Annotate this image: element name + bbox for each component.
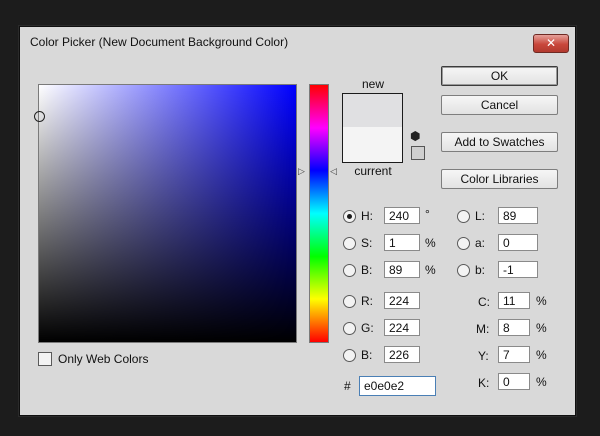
saturation-unit: % [425,236,436,250]
lab-a-input[interactable]: 0 [498,234,538,251]
lab-a-label: a: [475,236,486,250]
color-field-marker[interactable] [34,111,45,122]
title-bar[interactable]: Color Picker (New Document Background Co… [20,27,575,57]
lab-a-radio[interactable] [457,237,470,250]
brightness-radio[interactable] [343,264,356,277]
blue-input[interactable]: 226 [384,346,420,363]
green-radio[interactable] [343,322,356,335]
red-input[interactable]: 224 [384,292,420,309]
color-field[interactable] [34,84,297,343]
lab-l-label: L: [475,209,486,223]
saturation-radio[interactable] [343,237,356,250]
new-color-label: new [361,77,384,91]
brightness-label: B: [361,263,373,277]
magenta-label: M: [476,322,490,336]
hex-prefix: # [344,379,351,393]
hue-slider-left-arrow-icon[interactable]: ▷ [298,167,305,176]
green-input[interactable]: 224 [384,319,420,336]
hue-slider-right-arrow-icon[interactable]: ◁ [330,167,337,176]
saturation-input[interactable]: 1 [384,234,420,251]
yellow-unit: % [536,348,547,362]
color-preview [342,93,403,163]
hue-label: H: [361,209,373,223]
only-web-colors-label[interactable]: Only Web Colors [58,352,148,366]
hex-input[interactable]: e0e0e2 [359,376,436,396]
current-color-swatch[interactable] [343,127,402,162]
cyan-unit: % [536,294,547,308]
color-picker-dialog: Color Picker (New Document Background Co… [19,26,576,416]
cyan-label: C: [478,295,490,309]
lab-l-input[interactable]: 89 [498,207,538,224]
yellow-input[interactable]: 7 [498,346,530,363]
lab-b-input[interactable]: -1 [498,261,538,278]
black-input[interactable]: 0 [498,373,530,390]
hue-radio[interactable] [343,210,356,223]
hue-unit: ° [425,207,430,221]
red-label: R: [361,294,373,308]
black-unit: % [536,375,547,389]
lab-b-label: b: [475,263,486,277]
new-color-swatch [343,94,402,127]
brightness-input[interactable]: 89 [384,261,420,278]
green-label: G: [361,321,374,335]
brightness-unit: % [425,263,436,277]
red-radio[interactable] [343,295,356,308]
current-color-label: current [354,164,392,178]
web-safe-swatch[interactable] [411,146,425,160]
magenta-input[interactable]: 8 [498,319,530,336]
lab-l-radio[interactable] [457,210,470,223]
ok-button[interactable]: OK [441,66,558,86]
yellow-label: Y: [478,349,489,363]
hue-input[interactable]: 240 [384,207,420,224]
saturation-label: S: [361,236,373,250]
add-to-swatches-button[interactable]: Add to Swatches [441,132,558,152]
hue-slider[interactable] [309,84,329,343]
window-title: Color Picker (New Document Background Co… [30,35,289,49]
blue-radio[interactable] [343,349,356,362]
blue-label: B: [361,348,373,362]
out-of-gamut-cube-icon[interactable]: ⬢ [410,129,420,143]
black-label: K: [478,376,490,390]
cancel-button[interactable]: Cancel [441,95,558,115]
cyan-input[interactable]: 11 [498,292,530,309]
only-web-colors-checkbox[interactable] [38,352,52,366]
color-libraries-button[interactable]: Color Libraries [441,169,558,189]
magenta-unit: % [536,321,547,335]
close-button[interactable]: ✕ [533,34,569,53]
lab-b-radio[interactable] [457,264,470,277]
